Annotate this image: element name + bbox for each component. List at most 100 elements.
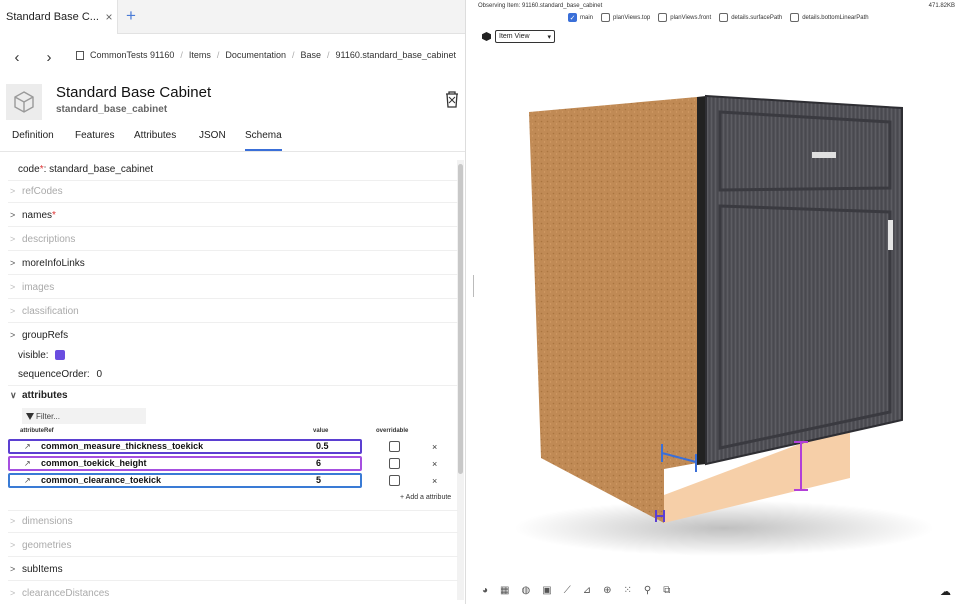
observing-label: Observing Item: 91160.standard_base_cabi… (478, 3, 603, 9)
page-subtitle: standard_base_cabinet (56, 104, 168, 115)
field-descriptions[interactable]: > descriptions (10, 234, 75, 245)
attribute-name: common_clearance_toekick (41, 475, 162, 485)
measure-icon[interactable]: ⊿ (583, 585, 591, 596)
field-code: code*: standard_base_cabinet (18, 164, 154, 175)
trash-icon[interactable] (444, 90, 460, 108)
field-visible: visible: (18, 350, 65, 361)
back-arrow-icon[interactable]: ‹ (6, 49, 28, 66)
close-icon[interactable]: × (101, 10, 117, 24)
divider (8, 274, 458, 275)
field-subitems[interactable]: > subItems (10, 564, 63, 575)
checkbox[interactable] (719, 13, 729, 22)
view-checkboxes: ✓ main planViews.top planViews.front deta… (568, 13, 869, 22)
view-planviews-top[interactable]: planViews.top (601, 13, 650, 22)
attribute-row[interactable]: ↗ common_measure_thickness_toekick 0.5 (8, 439, 362, 454)
field-refcodes[interactable]: > refCodes (10, 186, 63, 197)
left-panel: Standard Base C... × + ‹ › CommonTests 9… (0, 0, 466, 604)
view-main[interactable]: ✓ main (568, 13, 593, 22)
attribute-name: common_measure_thickness_toekick (41, 441, 204, 451)
chevron-right-icon: > (10, 330, 16, 340)
tab-attributes[interactable]: Attributes (134, 130, 176, 141)
layers-icon[interactable]: ⧉ (663, 585, 670, 596)
overridable-checkbox[interactable] (389, 458, 400, 469)
attribute-value[interactable]: 0.5 (316, 441, 329, 451)
attribute-name: common_toekick_height (41, 458, 147, 468)
file-size: 471.82KB (928, 3, 955, 9)
forward-arrow-icon[interactable]: › (38, 49, 60, 66)
grid-icon[interactable]: ▦ (500, 585, 509, 596)
field-classification[interactable]: > classification (10, 306, 79, 317)
field-label: moreInfoLinks (22, 258, 85, 269)
divider (8, 298, 458, 299)
field-geometries[interactable]: > geometries (10, 540, 71, 551)
target-icon[interactable]: ⊕ (603, 585, 611, 596)
box-icon[interactable]: ▣ (542, 585, 551, 596)
add-tab-icon[interactable]: + (126, 7, 136, 25)
scrollbar-thumb[interactable] (458, 164, 463, 474)
field-attributes[interactable]: ∨ attributes (10, 390, 68, 401)
dots-grid-icon[interactable]: ⁙ (623, 585, 631, 596)
remove-icon[interactable]: × (432, 476, 437, 486)
breadcrumb-separator: / (291, 50, 295, 60)
code-value[interactable]: standard_base_cabinet (49, 164, 153, 175)
view-planviews-front[interactable]: planViews.front (658, 13, 711, 22)
overridable-checkbox[interactable] (389, 441, 400, 452)
cabinet-3d-render[interactable] (474, 60, 965, 570)
column-header-attributeref: attributeRef (20, 428, 54, 434)
field-moreinfolinks[interactable]: > moreInfoLinks (10, 258, 85, 269)
view-label: planViews.front (670, 14, 712, 21)
tab-label: Standard Base C... (6, 11, 99, 23)
divider (8, 580, 458, 581)
overridable-checkbox[interactable] (389, 475, 400, 486)
breadcrumb-item[interactable]: Base (300, 50, 321, 60)
compass-icon[interactable]: ◍ (522, 585, 531, 596)
app-root: Standard Base C... × + ‹ › CommonTests 9… (0, 0, 965, 604)
field-label: descriptions (22, 234, 76, 245)
field-images[interactable]: > images (10, 282, 54, 293)
checkbox[interactable] (790, 13, 800, 22)
add-attribute-button[interactable]: + Add a attribute (400, 494, 451, 501)
cloud-upload-icon[interactable]: ☁ (940, 585, 951, 598)
sequence-value[interactable]: 0 (97, 369, 103, 380)
attribute-row[interactable]: ↗ common_clearance_toekick 5 (8, 473, 362, 488)
field-names[interactable]: > names* (10, 210, 56, 221)
checkbox[interactable] (658, 13, 668, 22)
tab-json[interactable]: JSON (199, 130, 226, 141)
palette-icon[interactable]: ◕ (482, 585, 488, 596)
attribute-value[interactable]: 5 (316, 475, 321, 485)
external-link-icon[interactable]: ↗ (24, 476, 31, 485)
breadcrumb-item[interactable]: Items (189, 50, 211, 60)
hierarchy-icon[interactable]: ⚲ (644, 585, 651, 596)
checkbox[interactable] (601, 13, 611, 22)
field-grouprefs[interactable]: > groupRefs (10, 330, 68, 341)
view-select[interactable]: Item View ▾ (495, 30, 555, 43)
field-label: classification (22, 306, 79, 317)
brush-icon[interactable]: ⟋ (564, 585, 571, 596)
tab-schema[interactable]: Schema (245, 130, 282, 151)
filter-placeholder: Filter... (36, 411, 61, 421)
tab-features[interactable]: Features (75, 130, 114, 141)
field-clearancedistances[interactable]: > clearanceDistances (10, 588, 109, 596)
breadcrumb-item[interactable]: CommonTests 91160 (90, 50, 174, 60)
remove-icon[interactable]: × (432, 459, 437, 469)
tab-standard-base-cabinet[interactable]: Standard Base C... × (0, 0, 118, 34)
remove-icon[interactable]: × (432, 442, 437, 452)
checkbox-checked[interactable]: ✓ (568, 13, 577, 22)
viewer-toolbar: ◕ ▦ ◍ ▣ ⟋ ⊿ ⊕ ⁙ ⚲ ⧉ (482, 585, 670, 596)
view-details-surfacepath[interactable]: details.surfacePath (719, 13, 782, 22)
field-dimensions[interactable]: > dimensions (10, 516, 73, 527)
item-header: Standard Base Cabinet standard_base_cabi… (6, 84, 460, 120)
visible-checkbox[interactable] (54, 350, 65, 360)
divider (8, 180, 458, 181)
external-link-icon[interactable]: ↗ (24, 459, 31, 468)
view-details-bottomlinearpath[interactable]: details.bottomLinearPath (790, 13, 869, 22)
attribute-value[interactable]: 6 (316, 458, 321, 468)
drawer-handle (812, 152, 836, 158)
attribute-row[interactable]: ↗ common_toekick_height 6 (8, 456, 362, 471)
external-link-icon[interactable]: ↗ (24, 442, 31, 451)
front-edge (697, 96, 706, 465)
filter-input[interactable]: Filter... (22, 408, 146, 424)
tab-definition[interactable]: Definition (12, 130, 54, 141)
breadcrumb-item[interactable]: Documentation (225, 50, 286, 60)
breadcrumb-item[interactable]: 91160.standard_base_cabinet (336, 50, 456, 60)
